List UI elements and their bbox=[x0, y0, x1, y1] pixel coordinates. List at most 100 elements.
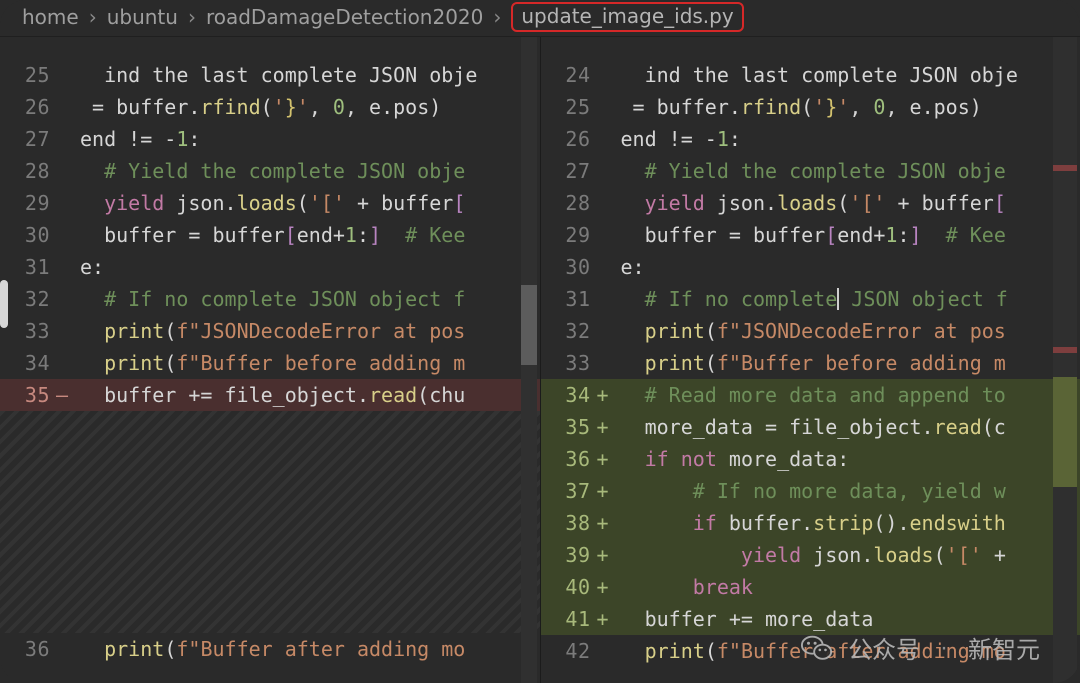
code-text: if not more_data: bbox=[621, 443, 1080, 475]
line-number: 41 bbox=[541, 603, 597, 635]
code-line[interactable]: 34 print(f"Buffer before adding m bbox=[0, 347, 540, 379]
code-text: buffer = buffer[end+1:] # Kee bbox=[80, 219, 540, 251]
line-number: 39 bbox=[541, 539, 597, 571]
line-number: 32 bbox=[541, 315, 597, 347]
code-line[interactable]: 32 # If no complete JSON object f bbox=[0, 283, 540, 315]
code-line[interactable]: 26end != -1: bbox=[541, 123, 1080, 155]
line-number: 27 bbox=[541, 155, 597, 187]
code-line[interactable]: 36+ if not more_data: bbox=[541, 443, 1080, 475]
code-line[interactable]: 27 # Yield the complete JSON obje bbox=[541, 155, 1080, 187]
code-line[interactable]: 35+ more_data = file_object.read(c bbox=[541, 411, 1080, 443]
code-text: more_data = file_object.read(c bbox=[621, 411, 1080, 443]
line-number: 25 bbox=[541, 91, 597, 123]
diff-marker: — bbox=[56, 379, 80, 411]
code-line[interactable]: 26 = buffer.rfind('}', 0, e.pos) bbox=[0, 91, 540, 123]
wechat-icon bbox=[800, 631, 834, 665]
code-line[interactable]: 31e: bbox=[0, 251, 540, 283]
diff-marker: + bbox=[597, 411, 621, 443]
code-text: end != -1: bbox=[80, 123, 540, 155]
diff-marker: + bbox=[597, 443, 621, 475]
code-line[interactable]: 25 ind the last complete JSON obje bbox=[0, 59, 540, 91]
line-number: 37 bbox=[541, 475, 597, 507]
line-number: 28 bbox=[0, 155, 56, 187]
line-number: 30 bbox=[541, 251, 597, 283]
code-text: # If no complete JSON object f bbox=[80, 283, 540, 315]
code-text: print(f"JSONDecodeError at pos bbox=[621, 315, 1080, 347]
overview-ruler[interactable] bbox=[1053, 37, 1077, 683]
code-text: buffer += file_object.read(chu bbox=[80, 379, 540, 411]
editor-window: home › ubuntu › roadDamageDetection2020 … bbox=[0, 0, 1080, 683]
code-line[interactable]: 33 print(f"Buffer before adding m bbox=[541, 347, 1080, 379]
code-line[interactable]: 34+ # Read more data and append to bbox=[541, 379, 1080, 411]
diff-marker: + bbox=[597, 571, 621, 603]
code-line[interactable]: 32 print(f"JSONDecodeError at pos bbox=[541, 315, 1080, 347]
code-text: ind the last complete JSON obje bbox=[621, 59, 1080, 91]
line-number: 40 bbox=[541, 571, 597, 603]
breadcrumb: home › ubuntu › roadDamageDetection2020 … bbox=[0, 0, 1080, 37]
watermark-label: 公众号 bbox=[848, 630, 920, 665]
line-number: 27 bbox=[0, 123, 56, 155]
text-cursor bbox=[837, 288, 839, 310]
breadcrumb-item[interactable]: home bbox=[22, 5, 79, 29]
line-number: 34 bbox=[541, 379, 597, 411]
code-line[interactable]: 39+ yield json.loads('[' + bbox=[541, 539, 1080, 571]
code-line[interactable]: 35— buffer += file_object.read(chu bbox=[0, 379, 540, 411]
code-line[interactable]: 28 # Yield the complete JSON obje bbox=[0, 155, 540, 187]
code-line[interactable]: 31 # If no complete JSON object f bbox=[541, 283, 1080, 315]
code-text: ind the last complete JSON obje bbox=[80, 59, 540, 91]
diff-marker: + bbox=[597, 475, 621, 507]
diff-view: 25 ind the last complete JSON obje26 = b… bbox=[0, 37, 1080, 683]
code-line[interactable]: 30 buffer = buffer[end+1:] # Kee bbox=[0, 219, 540, 251]
line-number: 28 bbox=[541, 187, 597, 219]
code-line[interactable]: 24 ind the last complete JSON obje bbox=[541, 59, 1080, 91]
code-text: print(f"Buffer after adding mo bbox=[80, 633, 540, 665]
line-number: 26 bbox=[0, 91, 56, 123]
code-line[interactable]: 25 = buffer.rfind('}', 0, e.pos) bbox=[541, 91, 1080, 123]
breadcrumb-sep-icon: › bbox=[493, 5, 501, 29]
line-number: 30 bbox=[0, 219, 56, 251]
code-text: print(f"Buffer before adding m bbox=[621, 347, 1080, 379]
code-line[interactable]: 33 print(f"JSONDecodeError at pos bbox=[0, 315, 540, 347]
overview-ruler[interactable] bbox=[521, 37, 537, 683]
code-line[interactable]: 37+ # If no more data, yield w bbox=[541, 475, 1080, 507]
code-text: # Yield the complete JSON obje bbox=[80, 155, 540, 187]
diff-marker: + bbox=[597, 379, 621, 411]
code-line[interactable]: 40+ break bbox=[541, 571, 1080, 603]
code-line[interactable]: 38+ if buffer.strip().endswith bbox=[541, 507, 1080, 539]
line-number: 29 bbox=[541, 219, 597, 251]
code-text: buffer = buffer[end+1:] # Kee bbox=[621, 219, 1080, 251]
diff-placeholder bbox=[0, 411, 540, 633]
code-line[interactable]: 30 e: bbox=[541, 251, 1080, 283]
watermark: 公众号 · 新智元 bbox=[800, 630, 1040, 665]
line-number: 33 bbox=[0, 315, 56, 347]
breadcrumb-sep-icon: › bbox=[89, 5, 97, 29]
breadcrumb-item[interactable]: roadDamageDetection2020 bbox=[206, 5, 483, 29]
line-number: 35 bbox=[541, 411, 597, 443]
line-number: 24 bbox=[541, 59, 597, 91]
line-number: 42 bbox=[541, 635, 597, 667]
code-text: # Read more data and append to bbox=[621, 379, 1080, 411]
diff-pane-modified[interactable]: 24 ind the last complete JSON obje25 = b… bbox=[540, 37, 1080, 683]
code-text: print(f"JSONDecodeError at pos bbox=[80, 315, 540, 347]
code-text: yield json.loads('[' + buffer[ bbox=[621, 187, 1080, 219]
code-line[interactable]: 29 buffer = buffer[end+1:] # Kee bbox=[541, 219, 1080, 251]
code-line[interactable]: 36 print(f"Buffer after adding mo bbox=[0, 633, 540, 665]
code-line[interactable]: 29 yield json.loads('[' + buffer[ bbox=[0, 187, 540, 219]
diff-pane-original[interactable]: 25 ind the last complete JSON obje26 = b… bbox=[0, 37, 540, 683]
breadcrumb-item[interactable]: ubuntu bbox=[107, 5, 178, 29]
code-text: # If no complete JSON object f bbox=[621, 283, 1080, 315]
line-number: 33 bbox=[541, 347, 597, 379]
code-text: if buffer.strip().endswith bbox=[621, 507, 1080, 539]
diff-marker: + bbox=[597, 507, 621, 539]
code-line[interactable]: 28 yield json.loads('[' + buffer[ bbox=[541, 187, 1080, 219]
code-text: # Yield the complete JSON obje bbox=[621, 155, 1080, 187]
code-text: e: bbox=[621, 251, 1080, 283]
code-line[interactable]: 27 end != -1: bbox=[0, 123, 540, 155]
breadcrumb-sep-icon: › bbox=[188, 5, 196, 29]
code-text: yield json.loads('[' + bbox=[621, 539, 1080, 571]
breadcrumb-file-highlight[interactable]: update_image_ids.py bbox=[511, 2, 743, 32]
code-text: yield json.loads('[' + buffer[ bbox=[80, 187, 540, 219]
line-number: 26 bbox=[541, 123, 597, 155]
code-text: # If no more data, yield w bbox=[621, 475, 1080, 507]
code-text: e: bbox=[80, 251, 540, 283]
